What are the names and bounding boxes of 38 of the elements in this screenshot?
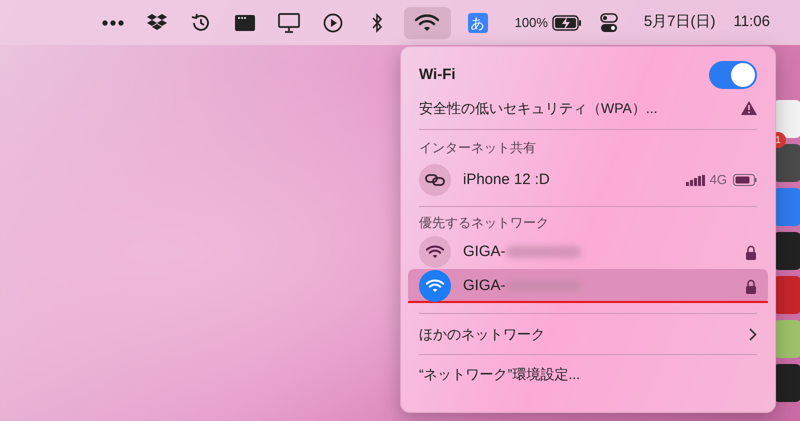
- link-icon: [419, 164, 451, 196]
- hotspot-item[interactable]: iPhone 12 :D 4G: [419, 160, 757, 200]
- play-icon[interactable]: [322, 12, 343, 32]
- dots-icon[interactable]: [102, 20, 124, 26]
- section-header: インターネット共有: [419, 138, 537, 156]
- wifi-icon: [415, 14, 440, 32]
- menu-bar-clock: 11:06: [734, 12, 770, 32]
- history-clock-icon[interactable]: [190, 12, 211, 32]
- wifi-toggle[interactable]: [709, 61, 757, 89]
- wifi-icon: [419, 270, 451, 302]
- cellular-type: 4G: [710, 171, 727, 190]
- chevron-right-icon: [749, 328, 757, 340]
- lock-icon: [745, 244, 757, 260]
- input-method-indicator[interactable]: あ: [468, 12, 488, 32]
- warning-icon: [741, 101, 757, 115]
- network-name: GIGA-: [463, 242, 506, 262]
- network-item[interactable]: GIGA-: [408, 235, 768, 269]
- cellular-signal-icon: [686, 174, 706, 186]
- other-networks-item[interactable]: ほかのネットワーク: [419, 314, 757, 354]
- menu-bar-date: 5月7日(日): [644, 12, 716, 32]
- bluetooth-icon[interactable]: [370, 12, 383, 32]
- security-warning[interactable]: 安全性の低いセキュリティ（WPA）...: [419, 98, 658, 118]
- window-icon[interactable]: [234, 14, 255, 30]
- wifi-icon: [419, 236, 451, 268]
- section-header: 優先するネットワーク: [419, 214, 550, 232]
- battery-icon: [733, 174, 757, 186]
- lock-icon: [745, 278, 757, 294]
- wifi-menu-extra[interactable]: [404, 6, 451, 38]
- battery-percentage: 100%: [514, 14, 548, 32]
- network-name: GIGA-: [463, 276, 506, 296]
- box-icon[interactable]: [146, 12, 168, 32]
- battery-charging-icon[interactable]: [552, 14, 582, 30]
- display-icon[interactable]: [278, 12, 300, 32]
- network-item[interactable]: GIGA-: [408, 269, 768, 303]
- hotspot-name: iPhone 12 :D: [463, 170, 551, 190]
- wifi-title: Wi-Fi: [419, 64, 456, 85]
- network-preferences-item[interactable]: “ネットワーク”環境設定...: [419, 355, 757, 393]
- control-center-icon[interactable]: [600, 12, 618, 32]
